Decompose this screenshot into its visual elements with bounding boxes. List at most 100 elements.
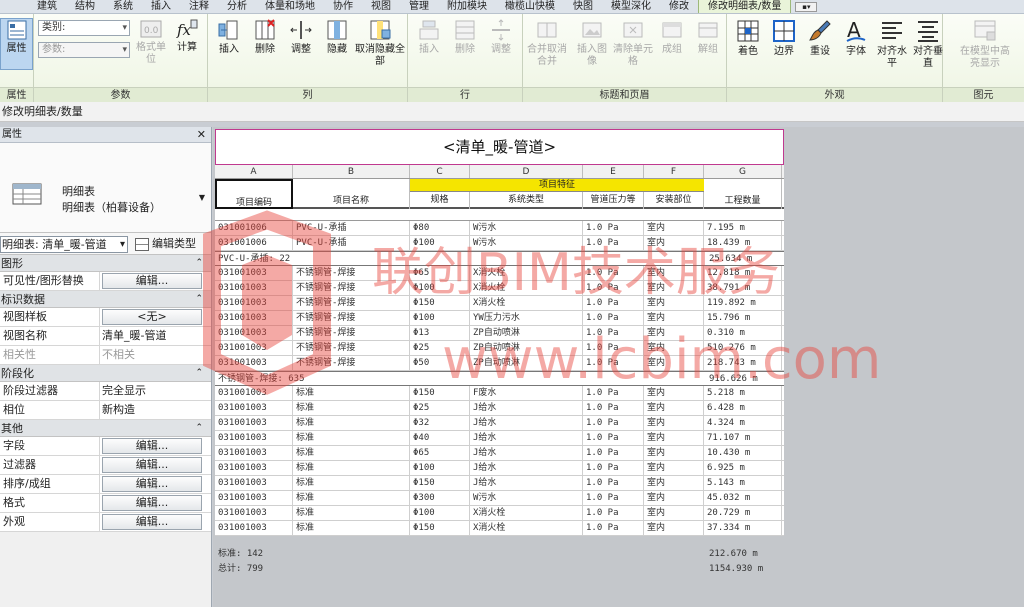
collapse-chevron-icon[interactable]: ⌃	[195, 420, 203, 437]
ungroup-button[interactable]: 解组	[689, 18, 727, 56]
table-cell[interactable]: 室内	[644, 356, 704, 370]
col-delete-button[interactable]: 删除	[246, 18, 284, 56]
table-cell[interactable]: 1.0 Pa	[583, 521, 644, 535]
tab-9[interactable]: 管理	[400, 0, 438, 13]
table-cell[interactable]: 室内	[644, 326, 704, 340]
tab-13[interactable]: 模型深化	[602, 0, 660, 13]
table-cell[interactable]: 15.796 m	[704, 311, 782, 325]
table-cell[interactable]: 标准	[293, 401, 410, 415]
table-cell[interactable]: 1.0 Pa	[583, 296, 644, 310]
table-cell[interactable]: 031001003	[215, 356, 293, 370]
table-cell[interactable]: 4.324 m	[704, 416, 782, 430]
table-cell[interactable]: 031001003	[215, 266, 293, 280]
table-cell[interactable]: 标准	[293, 476, 410, 490]
column-letter[interactable]: B	[293, 165, 410, 178]
table-cell[interactable]: 031001003	[215, 461, 293, 475]
col-unhide-all-button[interactable]: 取消隐藏全部	[354, 18, 406, 68]
table-cell[interactable]: 标准	[293, 386, 410, 400]
font-button[interactable]: A 字体	[837, 18, 875, 58]
table-cell[interactable]: 1.0 Pa	[583, 401, 644, 415]
table-cell[interactable]: W污水	[470, 236, 583, 250]
table-cell[interactable]: 1.0 Pa	[583, 326, 644, 340]
table-cell[interactable]: 1.0 Pa	[583, 221, 644, 235]
table-cell[interactable]: ZP自动喷淋	[470, 326, 583, 340]
column-letter[interactable]: C	[410, 165, 470, 178]
prop-edit-button[interactable]: 编辑...	[102, 457, 202, 473]
table-cell[interactable]: 031001003	[215, 431, 293, 445]
table-cell[interactable]: 031001003	[215, 416, 293, 430]
table-row[interactable]: 031001003 标准 Φ150 F废水 1.0 Pa 室内 5.218 m	[215, 386, 784, 401]
tab-14[interactable]: 修改	[660, 0, 698, 13]
table-cell[interactable]: 031001003	[215, 341, 293, 355]
table-row[interactable]: 031001003 不锈钢管-焊接 Φ100 X消火栓 1.0 Pa 室内 38.791 m	[215, 281, 784, 296]
table-cell[interactable]: Φ25	[410, 401, 470, 415]
table-row[interactable]: 031001003 不锈钢管-焊接 Φ13 ZP自动喷淋 1.0 Pa 室内 0.310 m	[215, 326, 784, 341]
table-cell[interactable]: 室内	[644, 506, 704, 520]
table-cell[interactable]: 45.032 m	[704, 491, 782, 505]
table-cell[interactable]: 室内	[644, 221, 704, 235]
tab-10[interactable]: 附加模块	[438, 0, 496, 13]
table-row[interactable]: 031001003 标准 Φ150 X消火栓 1.0 Pa 室内 37.334 m	[215, 521, 784, 536]
table-cell[interactable]: 1.0 Pa	[583, 341, 644, 355]
table-cell[interactable]: 标准	[293, 446, 410, 460]
table-cell[interactable]: 031001003	[215, 386, 293, 400]
prop-value[interactable]: 新构造	[100, 401, 211, 419]
table-cell[interactable]: ZP自动喷淋	[470, 341, 583, 355]
row-resize-button[interactable]: 调整	[482, 18, 520, 56]
table-cell[interactable]: 218.743 m	[704, 356, 782, 370]
table-cell[interactable]: 室内	[644, 416, 704, 430]
table-cell[interactable]: 标准	[293, 506, 410, 520]
tab-0[interactable]: 建筑	[28, 0, 66, 13]
table-cell[interactable]: 不锈钢管-焊接	[293, 326, 410, 340]
table-cell[interactable]: 室内	[644, 296, 704, 310]
table-row[interactable]: 031001003 标准 Φ25 J给水 1.0 Pa 室内 6.428 m	[215, 401, 784, 416]
table-row[interactable]: 031001003 不锈钢管-焊接 Φ25 ZP自动喷淋 1.0 Pa 室内 510.276…	[215, 341, 784, 356]
prop-edit-button[interactable]: 编辑...	[102, 514, 202, 530]
subtotal-row[interactable]: 不锈钢管-焊接: 635 916.626 m	[215, 371, 784, 386]
format-unit-button[interactable]: 0.0 格式单位	[132, 18, 170, 66]
col-hide-button[interactable]: 隐藏	[318, 18, 356, 56]
table-cell[interactable]: 1.0 Pa	[583, 281, 644, 295]
table-row[interactable]: 031001003 标准 Φ32 J给水 1.0 Pa 室内 4.324 m	[215, 416, 784, 431]
tab-1[interactable]: 结构	[66, 0, 104, 13]
table-cell[interactable]: 119.892 m	[704, 296, 782, 310]
reset-button[interactable]: 重设	[801, 18, 839, 58]
table-cell[interactable]: 031001003	[215, 476, 293, 490]
table-cell[interactable]: Φ13	[410, 326, 470, 340]
tab-2[interactable]: 系统	[104, 0, 142, 13]
table-row[interactable]: 031001003 标准 Φ65 J给水 1.0 Pa 室内 10.430 m	[215, 446, 784, 461]
table-row[interactable]: 031001003 标准 Φ300 W污水 1.0 Pa 室内 45.032 m	[215, 491, 784, 506]
table-cell[interactable]: J给水	[470, 401, 583, 415]
tab-5[interactable]: 分析	[218, 0, 256, 13]
column-letter[interactable]: A	[215, 165, 293, 178]
table-cell[interactable]: Φ150	[410, 476, 470, 490]
table-cell[interactable]: 室内	[644, 386, 704, 400]
table-cell[interactable]: 室内	[644, 521, 704, 535]
column-letter[interactable]: F	[644, 165, 704, 178]
table-cell[interactable]: Φ50	[410, 356, 470, 370]
prop-value[interactable]: 清单_暖-管道	[100, 327, 211, 345]
table-cell[interactable]: Φ100	[410, 281, 470, 295]
tab-11[interactable]: 橄榄山快模	[496, 0, 564, 13]
table-cell[interactable]: PVC-U-承插	[293, 236, 410, 250]
table-row[interactable]: 031001006 PVC-U-承插 Φ100 W污水 1.0 Pa 室内 18.439 m	[215, 236, 784, 251]
column-letter[interactable]: D	[470, 165, 583, 178]
table-cell[interactable]: 室内	[644, 446, 704, 460]
row-insert-button[interactable]: 插入	[410, 18, 448, 56]
shading-button[interactable]: 着色	[729, 18, 767, 58]
table-cell[interactable]: 20.729 m	[704, 506, 782, 520]
tab-4[interactable]: 注释	[180, 0, 218, 13]
column-header[interactable]: 项目编码	[215, 179, 293, 209]
table-cell[interactable]: 1.0 Pa	[583, 236, 644, 250]
table-cell[interactable]: 不锈钢管-焊接	[293, 341, 410, 355]
tab-8[interactable]: 视图	[362, 0, 400, 13]
table-cell[interactable]: 标准	[293, 416, 410, 430]
tab-12[interactable]: 快图	[564, 0, 602, 13]
schedule-title[interactable]: <清单_暖-管道>	[215, 129, 784, 165]
prop-edit-button[interactable]: 编辑...	[102, 273, 202, 289]
table-cell[interactable]: 不锈钢管-焊接	[293, 281, 410, 295]
row-delete-button[interactable]: 删除	[446, 18, 484, 56]
prop-group-header[interactable]: 图形 ⌃	[0, 255, 211, 272]
table-cell[interactable]: 1.0 Pa	[583, 461, 644, 475]
table-cell[interactable]: 室内	[644, 401, 704, 415]
